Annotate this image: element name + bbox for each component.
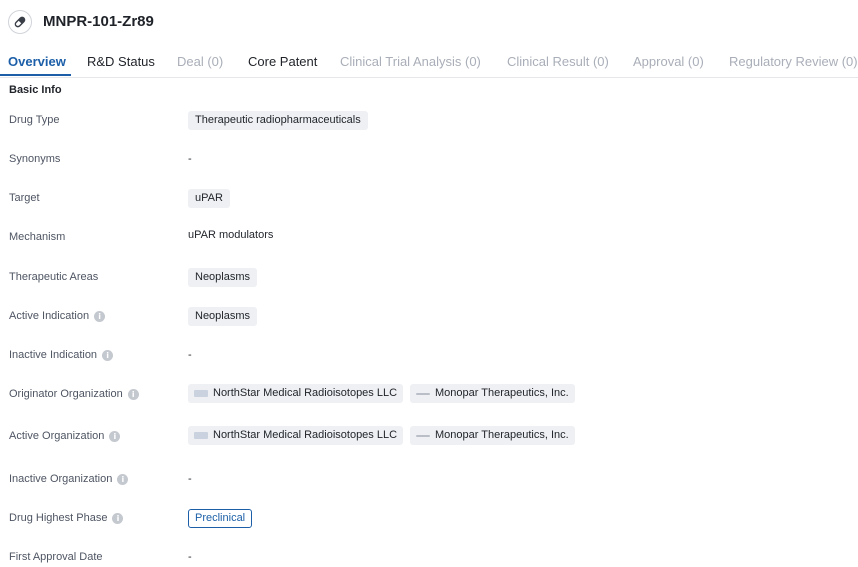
label-originator-organization: Originator Organizationi [9,388,139,400]
info-icon[interactable]: i [109,431,120,442]
label-mechanism: Mechanism [9,231,65,243]
info-icon[interactable]: i [112,513,123,524]
tab-bar: Overview R&D Status Deal (0) Core Patent… [0,44,858,78]
first-approval-date-value: - [188,551,192,563]
info-icon[interactable]: i [94,311,105,322]
section-title-basic-info: Basic Info [9,84,62,96]
page-title: MNPR-101-Zr89 [43,13,154,30]
active-org-tag[interactable]: Monopar Therapeutics, Inc. [410,426,575,445]
inactive-organization-value: - [188,473,192,485]
label-first-approval-date: First Approval Date [9,551,103,563]
tab-clinical-trial-analysis[interactable]: Clinical Trial Analysis (0) [340,54,481,69]
org-logo-icon [194,432,208,439]
org-logo-icon [416,393,430,395]
page-header: MNPR-101-Zr89 [0,0,858,44]
info-icon[interactable]: i [128,389,139,400]
originator-org-tag[interactable]: Monopar Therapeutics, Inc. [410,384,575,403]
label-drug-highest-phase: Drug Highest Phasei [9,512,123,524]
inactive-indication-value: - [188,349,192,361]
active-tab-indicator [0,74,71,76]
label-inactive-indication: Inactive Indicationi [9,349,113,361]
active-indication-tag[interactable]: Neoplasms [188,307,257,326]
org-logo-icon [416,435,430,437]
info-icon[interactable]: i [102,350,113,361]
therapeutic-area-tag[interactable]: Neoplasms [188,268,257,287]
tab-rd-status[interactable]: R&D Status [87,54,155,69]
label-target: Target [9,192,40,204]
phase-badge: Preclinical [188,509,252,528]
active-org-tag[interactable]: NorthStar Medical Radioisotopes LLC [188,426,403,445]
drug-type-tag[interactable]: Therapeutic radiopharmaceuticals [188,111,368,130]
originator-org-tag[interactable]: NorthStar Medical Radioisotopes LLC [188,384,403,403]
mechanism-value: uPAR modulators [188,229,273,241]
tab-overview[interactable]: Overview [8,54,66,69]
tab-deal[interactable]: Deal (0) [177,54,223,69]
label-active-organization: Active Organizationi [9,430,120,442]
label-drug-type: Drug Type [9,114,60,126]
tab-regulatory-review[interactable]: Regulatory Review (0) [729,54,858,69]
info-icon[interactable]: i [117,474,128,485]
label-inactive-organization: Inactive Organizationi [9,473,128,485]
label-active-indication: Active Indicationi [9,310,105,322]
tab-clinical-result[interactable]: Clinical Result (0) [507,54,609,69]
target-tag[interactable]: uPAR [188,189,230,208]
pill-icon [8,10,32,34]
synonyms-value: - [188,153,192,165]
tab-approval[interactable]: Approval (0) [633,54,704,69]
label-synonyms: Synonyms [9,153,60,165]
tab-core-patent[interactable]: Core Patent [248,54,317,69]
org-logo-icon [194,390,208,397]
label-therapeutic-areas: Therapeutic Areas [9,271,98,283]
